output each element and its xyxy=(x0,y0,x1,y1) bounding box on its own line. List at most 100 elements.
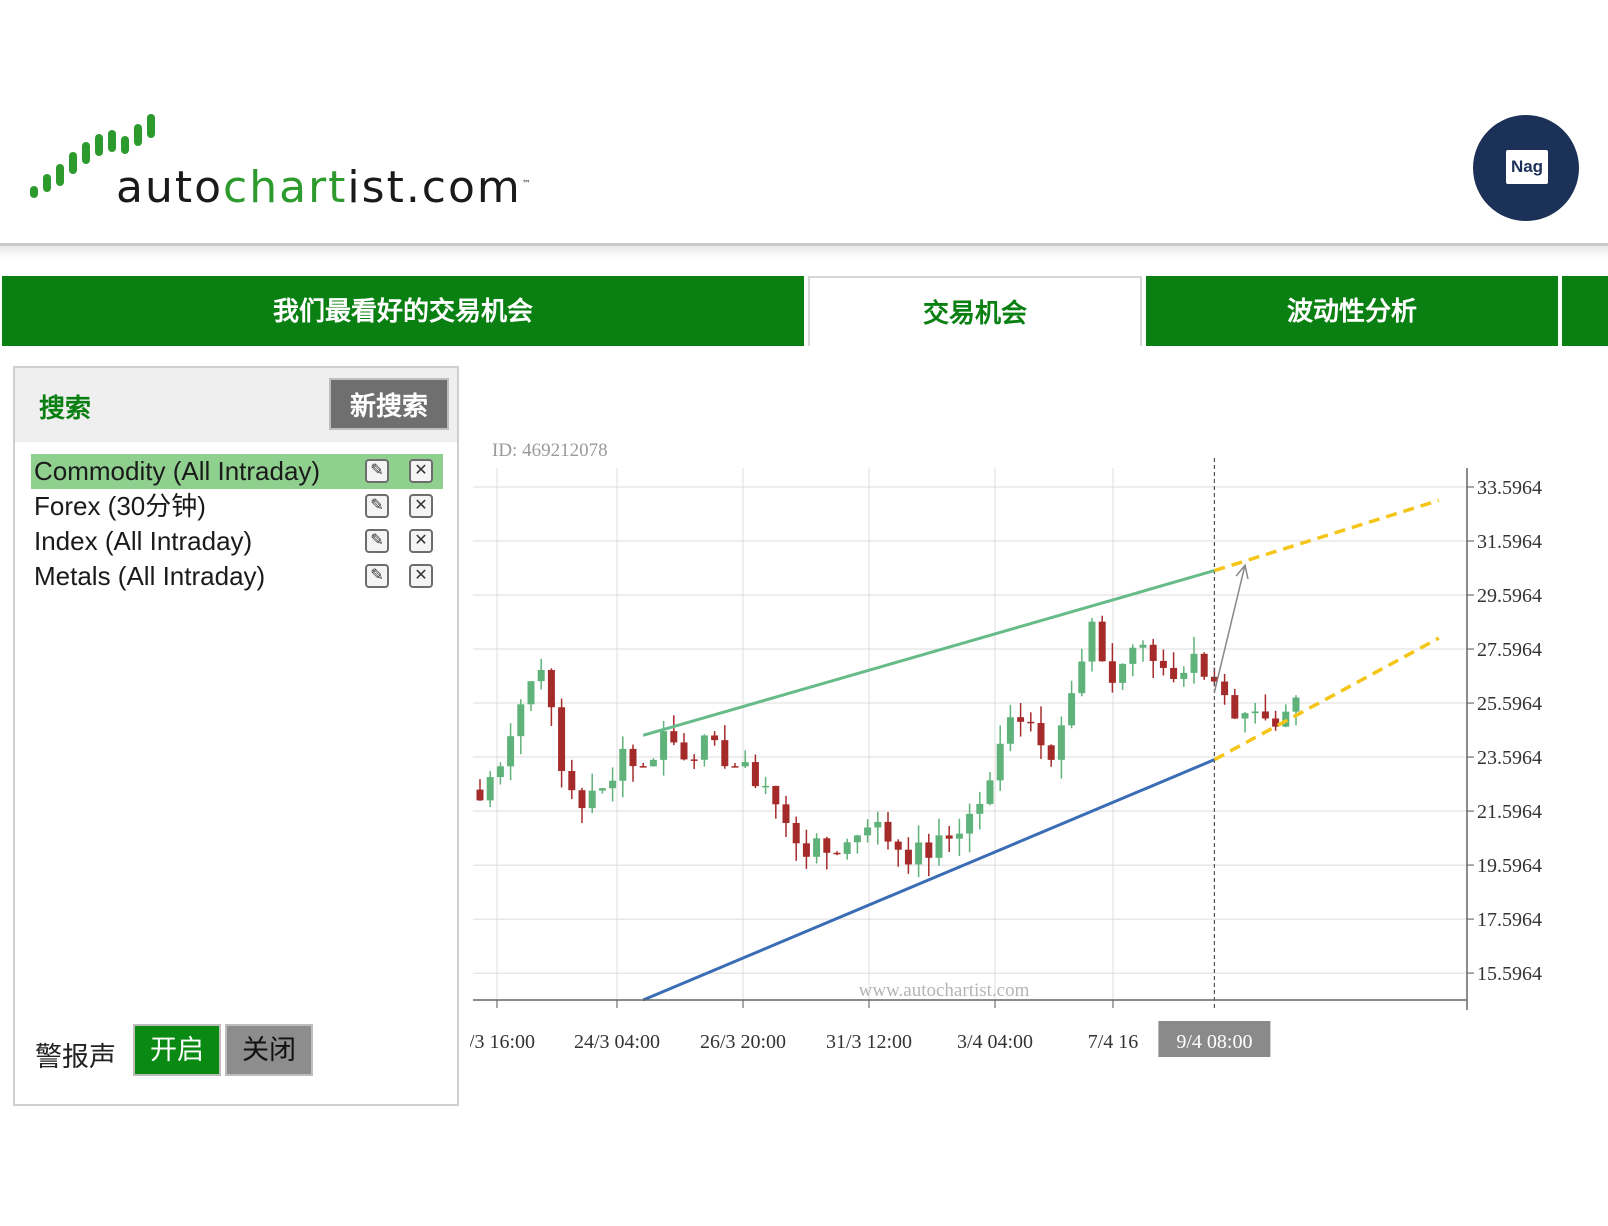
tab-volatility-analysis[interactable]: 波动性分析 xyxy=(1146,276,1558,346)
candle-body xyxy=(935,835,943,858)
projection-line xyxy=(1213,636,1440,762)
broker-avatar[interactable]: Nag xyxy=(1473,115,1579,221)
search-panel-header: 搜索 新搜索 xyxy=(15,368,457,442)
tab-trade-opportunities[interactable]: 交易机会 xyxy=(808,276,1142,346)
saved-search-item[interactable]: Index (All Intraday) ✎ ✕ xyxy=(31,524,443,559)
pencil-icon[interactable]: ✎ xyxy=(365,529,389,553)
saved-search-label[interactable]: Commodity (All Intraday) xyxy=(34,454,320,489)
candle-body xyxy=(802,843,810,857)
saved-search-item[interactable]: Metals (All Intraday) ✎ ✕ xyxy=(31,559,443,594)
alert-off-button[interactable]: 关闭 xyxy=(225,1024,313,1076)
candle-body xyxy=(1129,647,1137,664)
candle-body xyxy=(904,849,912,865)
candle-body xyxy=(772,785,780,805)
saved-search-label[interactable]: Index (All Intraday) xyxy=(34,524,252,559)
candle-body xyxy=(955,833,963,839)
candle-body xyxy=(609,780,617,789)
pencil-icon[interactable]: ✎ xyxy=(365,564,389,588)
chart-watermark: www.autochartist.com xyxy=(859,980,1030,1001)
candle-body xyxy=(1119,663,1127,683)
pencil-icon[interactable]: ✎ xyxy=(365,494,389,518)
candle-body xyxy=(1047,745,1055,760)
candle-body xyxy=(925,842,933,858)
candle-body xyxy=(649,759,657,767)
candle-body xyxy=(864,827,872,836)
candle-body xyxy=(1108,661,1116,683)
avatar-text: Nag xyxy=(1506,150,1548,184)
x-tick-label: 9/3 16:00 xyxy=(470,1031,535,1053)
candle-body xyxy=(1057,725,1065,760)
candle-body xyxy=(537,669,545,682)
candle-body xyxy=(700,735,708,760)
saved-search-label[interactable]: Forex (30分钟) xyxy=(34,489,206,524)
candle-body xyxy=(1180,672,1188,679)
y-tick-label: 19.5964 xyxy=(1477,855,1542,877)
current-time-label: 9/4 08:00 xyxy=(1176,1031,1252,1053)
candle-body xyxy=(1261,711,1269,719)
candle-body xyxy=(670,731,678,743)
y-tick-label: 21.5964 xyxy=(1477,801,1542,823)
candle-body xyxy=(1170,667,1178,679)
saved-search-list: Commodity (All Intraday) ✎ ✕ Forex (30分钟… xyxy=(31,454,443,594)
candle-body xyxy=(731,766,739,768)
candle-body xyxy=(915,842,923,865)
candle-body xyxy=(1088,621,1096,662)
candle-body xyxy=(1017,717,1025,722)
candle-body xyxy=(517,704,525,737)
x-tick-label: 7/4 16 xyxy=(1088,1031,1139,1053)
search-title: 搜索 xyxy=(39,393,92,423)
saved-search-label[interactable]: Metals (All Intraday) xyxy=(34,559,265,594)
saved-search-item[interactable]: Forex (30分钟) ✎ ✕ xyxy=(31,489,443,524)
tab-more[interactable] xyxy=(1562,276,1608,346)
candle-body xyxy=(578,790,586,809)
candle-body xyxy=(945,835,953,839)
x-tick-label: 26/3 20:00 xyxy=(700,1031,786,1053)
y-tick-label: 29.5964 xyxy=(1477,585,1542,607)
x-tick-label: 3/4 04:00 xyxy=(957,1031,1033,1053)
pencil-icon[interactable]: ✎ xyxy=(365,459,389,483)
price-chart[interactable]: ID: 469212078 33.5964 31.5964 29.5964 27.59… xyxy=(470,418,1608,1098)
y-tick-label: 23.5964 xyxy=(1477,747,1542,769)
logo-trademark: ™ xyxy=(521,179,533,190)
candle-body xyxy=(751,762,759,787)
candle-body xyxy=(853,835,861,843)
candle-body xyxy=(976,803,984,814)
candle-body xyxy=(1190,653,1198,673)
saved-search-item[interactable]: Commodity (All Intraday) ✎ ✕ xyxy=(31,454,443,489)
candle-body xyxy=(1006,717,1014,744)
candle-body xyxy=(588,790,596,809)
logo-text: autochartist.com™ xyxy=(116,162,533,213)
candle-body xyxy=(1251,711,1259,714)
candle-body xyxy=(711,735,719,741)
candle-body xyxy=(507,736,515,767)
alert-on-button[interactable]: 开启 xyxy=(133,1024,221,1076)
candle-body xyxy=(680,742,688,760)
candle-body xyxy=(558,707,566,771)
close-icon[interactable]: ✕ xyxy=(409,564,433,588)
logo-text-main: auto xyxy=(116,162,224,213)
close-icon[interactable]: ✕ xyxy=(409,529,433,553)
candle-body xyxy=(1292,697,1300,712)
candle-body xyxy=(741,762,749,767)
tab-best-opportunities[interactable]: 我们最看好的交易机会 xyxy=(2,276,804,346)
candle-body xyxy=(894,841,902,850)
close-icon[interactable]: ✕ xyxy=(409,459,433,483)
candlestick-chart-svg[interactable]: 33.5964 31.5964 29.5964 27.5964 25.5964 23.59… xyxy=(470,418,1608,1098)
autochartist-logo[interactable]: autochartist.com™ xyxy=(28,112,588,213)
candle-body xyxy=(496,766,504,778)
candle-body xyxy=(1221,681,1229,696)
y-tick-label: 15.5964 xyxy=(1477,963,1542,985)
x-tick-label: 31/3 12:00 xyxy=(826,1031,912,1053)
candle-body xyxy=(1027,721,1035,724)
candle-body xyxy=(476,789,484,801)
y-tick-label: 33.5964 xyxy=(1477,477,1542,499)
candle-body xyxy=(660,731,668,760)
close-icon[interactable]: ✕ xyxy=(409,494,433,518)
candle-body xyxy=(884,821,892,842)
candle-body xyxy=(547,669,555,708)
new-search-button[interactable]: 新搜索 xyxy=(329,378,449,430)
candle-body xyxy=(721,740,729,767)
candle-body xyxy=(619,748,627,781)
candle-body xyxy=(813,838,821,857)
candle-body xyxy=(486,777,494,801)
